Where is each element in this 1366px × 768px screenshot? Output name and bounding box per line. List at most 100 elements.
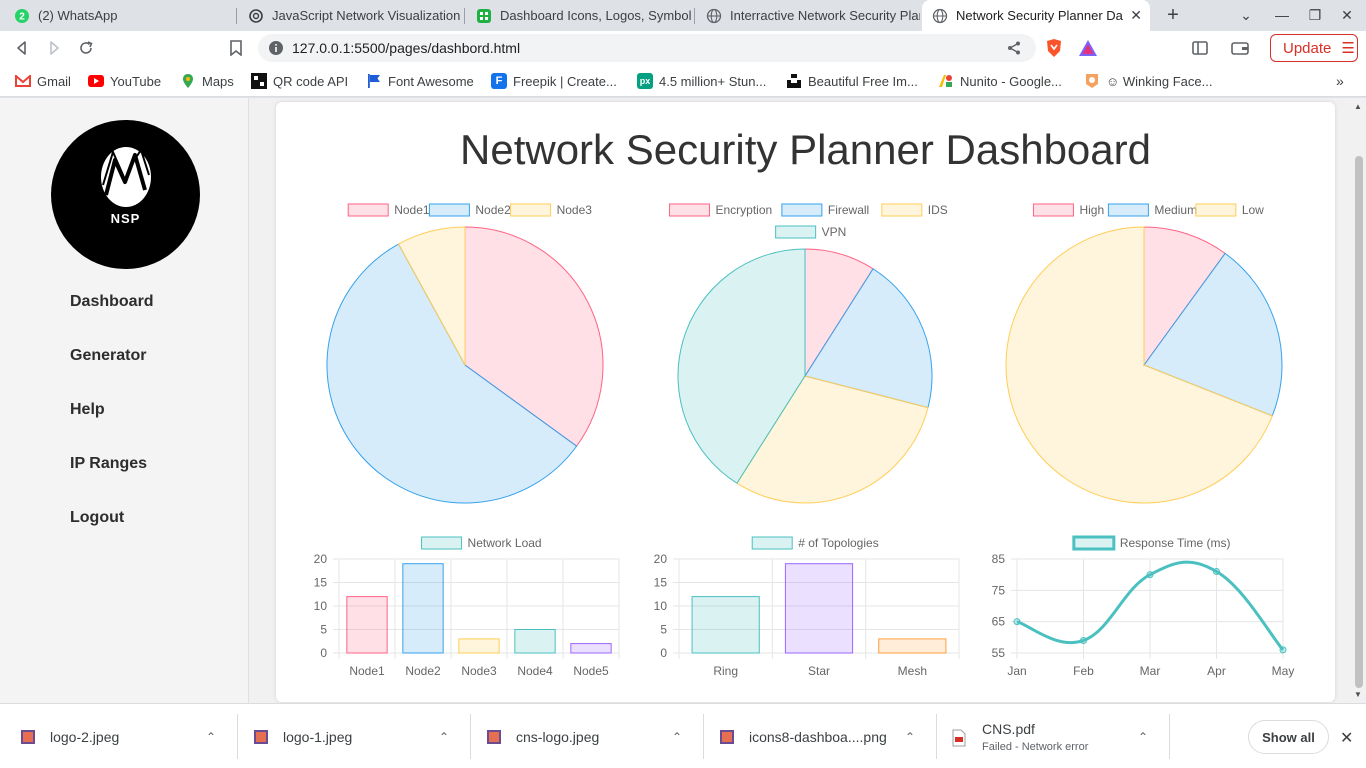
y-tick-label: 10	[314, 599, 328, 613]
tab-label: Dashboard Icons, Logos, Symbols	[500, 8, 692, 23]
x-tick-label: Ring	[713, 664, 738, 678]
bookmark-label: Maps	[202, 73, 234, 89]
legend-swatch	[428, 203, 470, 217]
bookmark-gmail[interactable]: Gmail	[15, 73, 71, 89]
forward-icon[interactable]	[42, 36, 66, 60]
nav-logout[interactable]: Logout	[70, 509, 124, 527]
chevron-up-icon[interactable]: ⌃	[1138, 730, 1148, 744]
download-item[interactable]: logo-2.jpeg ⌃	[20, 704, 236, 768]
nav-generator[interactable]: Generator	[70, 347, 146, 365]
legend-swatch	[781, 203, 823, 217]
tab-javascript-network[interactable]: JavaScript Network Visualization	[238, 0, 462, 31]
x-tick-label: Node5	[573, 664, 609, 678]
tab-whatsapp[interactable]: 2 (2) WhatsApp	[4, 0, 234, 31]
tab-label: (2) WhatsApp	[38, 8, 118, 23]
close-tab-icon[interactable]: ✕	[1130, 7, 1142, 24]
download-item[interactable]: icons8-dashboa....png ⌃	[719, 704, 935, 768]
legend-label: Network Load	[468, 536, 542, 550]
show-all-button[interactable]: Show all	[1248, 720, 1329, 754]
emojipedia-icon	[1084, 73, 1100, 89]
bookmark-label: Font Awesome	[388, 73, 474, 89]
nav-ip-ranges[interactable]: IP Ranges	[70, 455, 147, 473]
unsplash-icon	[786, 73, 802, 89]
more-bookmarks-icon[interactable]: »	[1336, 73, 1344, 89]
info-icon[interactable]	[268, 40, 284, 61]
sidebar-toggle-icon[interactable]	[1188, 36, 1212, 60]
legend-swatch	[421, 536, 463, 550]
download-name: logo-1.jpeg	[283, 728, 353, 745]
bookmark-google-fonts[interactable]: Nunito - Google...	[938, 73, 1062, 89]
data-point-may	[1279, 646, 1287, 654]
bookmark-freepik[interactable]: F Freepik | Create...	[491, 73, 617, 89]
chevron-up-icon[interactable]: ⌃	[905, 730, 915, 744]
tab-label: Network Security Planner Da	[956, 8, 1123, 23]
url-text: 127.0.0.1:5500/pages/dashbord.html	[292, 40, 521, 56]
bookmark-font-awesome[interactable]: Font Awesome	[366, 73, 474, 89]
nav-dashboard[interactable]: Dashboard	[70, 293, 154, 311]
y-tick-label: 15	[314, 576, 328, 590]
browser-toolbar: 127.0.0.1:5500/pages/dashbord.html Updat…	[0, 31, 1366, 65]
chevron-up-icon[interactable]: ⌃	[672, 730, 682, 744]
svg-text:2: 2	[19, 11, 25, 22]
tab-search-icon[interactable]: ⌄	[1234, 4, 1258, 26]
legend-swatch	[1072, 535, 1116, 551]
legend-label: Firewall	[828, 203, 869, 217]
page-scrollbar[interactable]: ▲ ▼	[1351, 98, 1366, 703]
y-tick-label: 55	[992, 646, 1006, 660]
update-button[interactable]: Update ☰	[1270, 34, 1358, 62]
data-point-jan	[1013, 618, 1021, 626]
download-divider	[703, 714, 704, 759]
maps-icon	[180, 73, 196, 89]
data-point-mar	[1146, 571, 1154, 579]
chevron-up-icon[interactable]: ⌃	[439, 730, 449, 744]
bookmark-youtube[interactable]: YouTube	[88, 73, 161, 89]
download-item[interactable]: logo-1.jpeg ⌃	[253, 704, 469, 768]
download-name: icons8-dashboa....png	[749, 728, 887, 745]
download-divider	[237, 714, 238, 759]
openai-icon	[248, 8, 264, 24]
download-divider	[936, 714, 937, 759]
minimize-icon[interactable]: —	[1270, 4, 1294, 26]
close-downloads-icon[interactable]: ✕	[1340, 728, 1353, 748]
legend-label: Encryption	[715, 203, 772, 217]
y-tick-label: 65	[992, 615, 1006, 629]
scroll-down-icon[interactable]: ▼	[1354, 690, 1362, 699]
scroll-up-icon[interactable]: ▲	[1354, 102, 1362, 111]
brave-shield-icon[interactable]	[1042, 36, 1066, 60]
bookmark-qr-code-api[interactable]: QR code API	[251, 73, 348, 89]
bookmark-icon[interactable]	[224, 36, 248, 60]
legend-swatch	[1195, 203, 1237, 217]
tab-dashboard-icons[interactable]: Dashboard Icons, Logos, Symbols	[466, 0, 692, 31]
y-tick-label: 0	[320, 646, 327, 660]
bookmark-pexels[interactable]: px 4.5 million+ Stun...	[637, 73, 766, 89]
close-window-icon[interactable]: ✕	[1335, 4, 1359, 26]
scroll-thumb[interactable]	[1355, 156, 1363, 688]
download-name: logo-2.jpeg	[50, 728, 120, 745]
back-icon[interactable]	[10, 36, 34, 60]
legend-swatch	[751, 536, 793, 550]
maximize-icon[interactable]: ❐	[1303, 4, 1327, 26]
x-tick-label: May	[1272, 664, 1295, 678]
bookmark-winking-face[interactable]: ☺ Winking Face...	[1084, 73, 1212, 89]
download-status: Failed - Network error	[982, 740, 1089, 753]
share-icon[interactable]	[1006, 40, 1022, 61]
tab-interactive-planner[interactable]: Interractive Network Security Planner	[696, 0, 920, 31]
download-item[interactable]: cns-logo.jpeg ⌃	[486, 704, 702, 768]
download-name: cns-logo.jpeg	[516, 728, 600, 745]
legend-label: # of Topologies	[798, 536, 879, 550]
youtube-icon	[88, 73, 104, 89]
tab-network-security-dashboard[interactable]: Network Security Planner Da ✕	[922, 0, 1150, 31]
address-bar[interactable]: 127.0.0.1:5500/pages/dashbord.html	[258, 34, 1036, 62]
nav-help[interactable]: Help	[70, 401, 105, 419]
brave-rewards-icon[interactable]	[1076, 36, 1100, 60]
x-tick-label: Node2	[405, 664, 441, 678]
menu-icon: ☰	[1341, 40, 1355, 57]
chevron-up-icon[interactable]: ⌃	[206, 730, 216, 744]
bookmark-maps[interactable]: Maps	[180, 73, 234, 89]
bookmark-unsplash[interactable]: Beautiful Free Im...	[786, 73, 918, 89]
new-tab-icon[interactable]: +	[1161, 4, 1185, 26]
reload-icon[interactable]	[74, 36, 98, 60]
download-item[interactable]: CNS.pdf Failed - Network error ⌃	[952, 704, 1168, 768]
wallet-icon[interactable]	[1228, 36, 1252, 60]
y-tick-label: 85	[992, 552, 1006, 566]
